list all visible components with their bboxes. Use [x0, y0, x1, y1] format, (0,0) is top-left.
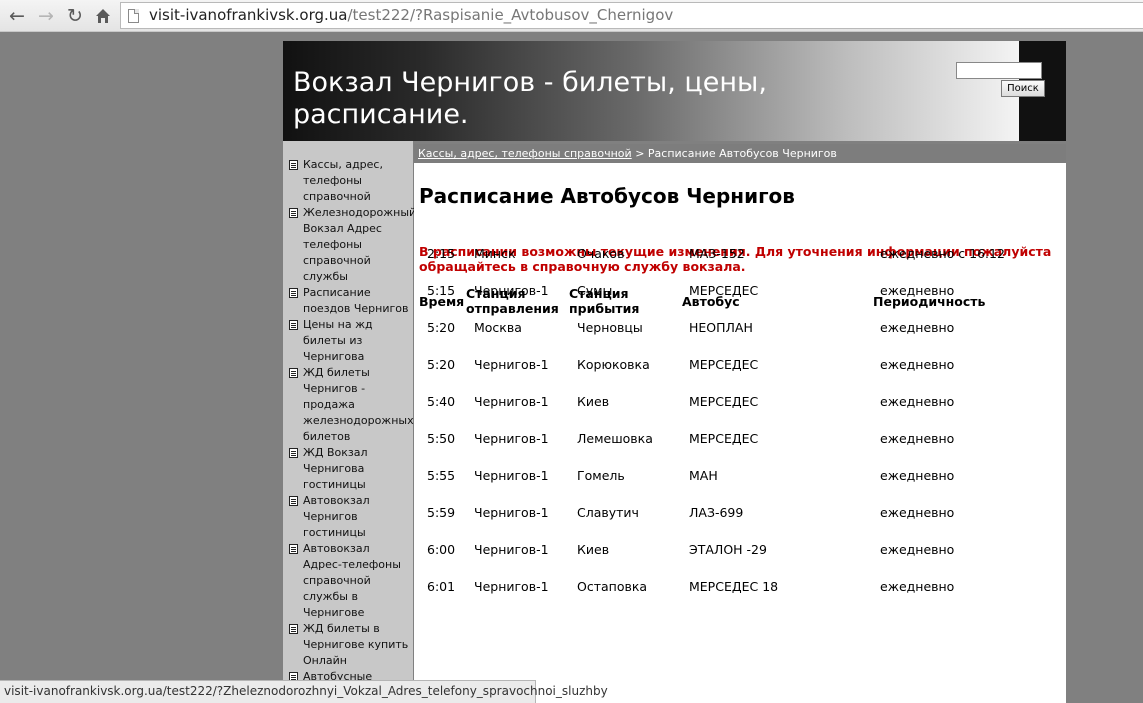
- cell-period: ежедневно: [880, 320, 955, 335]
- cell-from: Чернигов-1: [474, 394, 549, 409]
- list-icon: [289, 368, 298, 378]
- cell-from: Чернигов-1: [474, 468, 549, 483]
- cell-to: Киев: [577, 542, 610, 557]
- cell-period: ежедневно с 16.12: [880, 246, 1005, 261]
- cell-from: Москва: [474, 320, 522, 335]
- list-icon: [289, 320, 298, 330]
- cell-from: Чернигов-1: [474, 357, 549, 372]
- sidebar-item-zhd-bilety[interactable]: ЖД билеты Чернигов - продажа железнодоро…: [289, 365, 414, 445]
- sidebar: Кассы, адрес, телефоны справочной Железн…: [283, 141, 416, 703]
- page-title: Расписание Автобусов Чернигов: [419, 184, 795, 208]
- cell-period: ежедневно: [880, 542, 955, 557]
- sidebar-item-zhd-vokzal[interactable]: Железнодорожный Вокзал Адрес телефоны сп…: [289, 205, 416, 285]
- forward-arrow-icon[interactable]: →: [35, 5, 57, 27]
- home-icon[interactable]: [92, 5, 114, 27]
- list-icon: [289, 208, 298, 218]
- list-icon: [289, 544, 298, 554]
- sidebar-item-kassy[interactable]: Кассы, адрес, телефоны справочной: [289, 157, 411, 205]
- cell-period: ежедневно: [880, 505, 955, 520]
- cell-time: 5:20: [427, 357, 456, 372]
- sidebar-item-avtovokzal-adres[interactable]: Автовокзал Адрес-телефоны справочной слу…: [289, 541, 411, 621]
- cell-time: 5:20: [427, 320, 456, 335]
- cell-from: Чернигов-1: [474, 579, 549, 594]
- cell-to: Очаков: [577, 246, 625, 261]
- cell-to: Славутич: [577, 505, 639, 520]
- cell-to: Киев: [577, 394, 610, 409]
- search-button[interactable]: Поиск: [1001, 80, 1045, 97]
- sidebar-item-ceny[interactable]: Цены на жд билеты из Чернигова: [289, 317, 411, 365]
- cell-time: 5:50: [427, 431, 456, 446]
- address-bar[interactable]: visit-ivanofrankivsk.org.ua/test222/?Ras…: [120, 2, 1143, 29]
- browser-toolbar: ← → ↻ visit-ivanofrankivsk.org.ua/test22…: [0, 0, 1143, 32]
- list-icon: [289, 448, 298, 458]
- cell-time: 5:40: [427, 394, 456, 409]
- cell-period: ежедневно: [880, 431, 955, 446]
- site-container: Вокзал Чернигов - билеты, цены, расписан…: [283, 41, 1066, 703]
- cell-period: ежедневно: [880, 283, 955, 298]
- cell-bus: МАЗ-152: [689, 246, 745, 261]
- cell-period: ежедневно: [880, 468, 955, 483]
- cell-bus: МЕРСЕДЕС: [689, 431, 759, 446]
- cell-to: Корюковка: [577, 357, 650, 372]
- cell-to: Остаповка: [577, 579, 648, 594]
- cell-time: 5:15: [427, 283, 456, 298]
- sidebar-item-gostinicy[interactable]: ЖД Вокзал Чернигова гостиницы: [289, 445, 411, 493]
- cell-to: Лемешовка: [577, 431, 653, 446]
- main-content: Расписание Автобусов Чернигов В расписан…: [414, 163, 1066, 703]
- cell-from: Чернигов-1: [474, 431, 549, 446]
- status-bar: visit-ivanofrankivsk.org.ua/test222/?Zhe…: [0, 680, 608, 703]
- cell-period: ежедневно: [880, 579, 955, 594]
- cell-time: 2:15: [427, 246, 456, 261]
- breadcrumb: Кассы, адрес, телефоны справочной > Расп…: [414, 144, 1066, 163]
- sidebar-item-raspisanie-poezdov[interactable]: Расписание поездов Чернигов: [289, 285, 411, 317]
- address-url: visit-ivanofrankivsk.org.ua/test222/?Ras…: [149, 6, 674, 24]
- cell-bus: МЕРСЕДЕС: [689, 357, 759, 372]
- search-input[interactable]: [956, 62, 1042, 79]
- cell-period: ежедневно: [880, 357, 955, 372]
- breadcrumb-link[interactable]: Кассы, адрес, телефоны справочной: [418, 147, 632, 160]
- cell-from: Чернигов-1: [474, 283, 549, 298]
- cell-time: 6:01: [427, 579, 456, 594]
- cell-bus: МЕРСЕДЕС 18: [689, 579, 779, 594]
- cell-time: 6:00: [427, 542, 456, 557]
- sidebar-item-bilety-online[interactable]: ЖД билеты в Чернигове купить Онлайн: [289, 621, 411, 669]
- cell-to: Черновцы: [577, 320, 643, 335]
- cell-bus: МЕРСЕДЕС: [689, 283, 759, 298]
- cell-from: Минск: [474, 246, 516, 261]
- cell-from: Чернигов-1: [474, 542, 549, 557]
- cell-from: Чернигов-1: [474, 505, 549, 520]
- cell-period: ежедневно: [880, 394, 955, 409]
- site-header: Вокзал Чернигов - билеты, цены, расписан…: [283, 41, 1066, 141]
- back-arrow-icon[interactable]: ←: [6, 5, 28, 27]
- cell-time: 5:55: [427, 468, 456, 483]
- cell-to: Гомель: [577, 468, 625, 483]
- site-title: Вокзал Чернигов - билеты, цены, расписан…: [293, 67, 767, 130]
- list-icon: [289, 160, 298, 170]
- reload-icon[interactable]: ↻: [64, 5, 86, 27]
- page-icon: [128, 9, 139, 23]
- sidebar-item-avtovokzal-gostinicy[interactable]: Автовокзал Чернигов гостиницы: [289, 493, 411, 541]
- list-icon: [289, 288, 298, 298]
- list-icon: [289, 624, 298, 634]
- cell-bus: НЕОПЛАН: [689, 320, 753, 335]
- cell-bus: ЛАЗ-699: [689, 505, 744, 520]
- cell-bus: ЭТАЛОН -29: [689, 542, 767, 557]
- cell-bus: МАН: [689, 468, 718, 483]
- breadcrumb-separator: >: [635, 147, 645, 160]
- cell-time: 5:59: [427, 505, 456, 520]
- breadcrumb-current: Расписание Автобусов Чернигов: [647, 147, 837, 160]
- list-icon: [289, 496, 298, 506]
- cell-bus: МЕРСЕДЕС: [689, 394, 759, 409]
- cell-to: Сумы: [577, 283, 613, 298]
